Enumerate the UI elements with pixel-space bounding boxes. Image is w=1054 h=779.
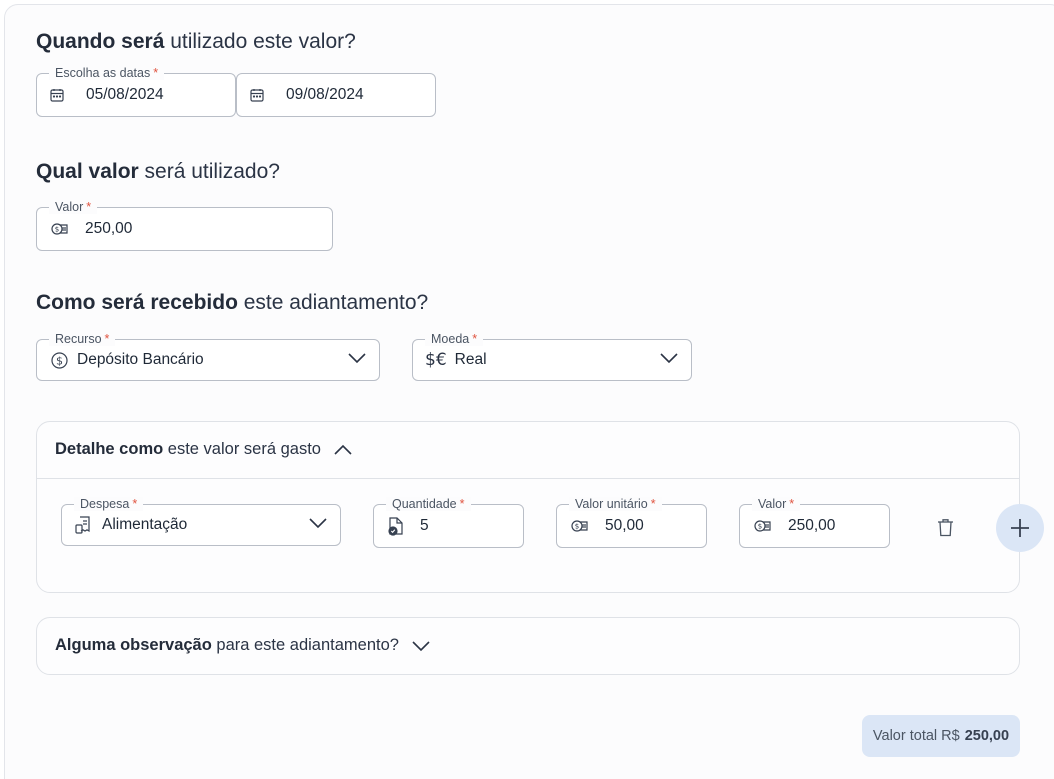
start-date-field[interactable]: Escolha as datas * 05/08/2024 [36, 66, 236, 117]
unit-value-value: 50,00 [605, 517, 644, 534]
total-label: Valor total R$ [872, 728, 960, 744]
svg-text:$: $ [575, 523, 579, 531]
start-date-value: 05/08/2024 [86, 86, 164, 103]
money-icon: $ [51, 222, 69, 236]
trash-icon[interactable] [937, 518, 954, 537]
section-title-value-bold: Qual valor [36, 160, 139, 183]
dates-field-label: Escolha as datas * [49, 66, 165, 80]
resource-select[interactable]: Recurso * $ Depósito Bancário [36, 332, 380, 381]
add-expense-button[interactable] [996, 504, 1044, 552]
section-title-receive-rest: este adiantamento? [237, 291, 429, 314]
unit-value-field-label: Valor unitário * [569, 497, 662, 511]
dollar-circle-icon: $ [51, 351, 68, 369]
section-title-receive: Como será recebido este adiantamento? [36, 291, 428, 315]
section-title-dates-rest: utilizado este valor? [164, 30, 356, 53]
details-title-bold: Detalhe como [55, 440, 164, 458]
value-field[interactable]: Valor * $ 250,00 [36, 200, 333, 251]
end-date-value: 09/08/2024 [286, 86, 364, 103]
calendar-icon[interactable] [250, 88, 264, 102]
section-title-value: Qual valor será utilizado? [36, 160, 280, 184]
total-badge: Valor total R$ 250,00 [862, 715, 1020, 757]
resource-field-label: Recurso * [49, 332, 116, 346]
money-icon: $ [571, 519, 589, 533]
chevron-down-icon[interactable] [411, 640, 430, 652]
chevron-down-icon[interactable] [309, 517, 327, 529]
section-title-dates-bold: Quando será [36, 30, 165, 53]
resource-value: Depósito Bancário [77, 351, 204, 368]
value-field-value: 250,00 [85, 220, 133, 237]
notes-title-rest: para este adiantamento? [211, 636, 399, 654]
expense-select[interactable]: Despesa * Alimentação [61, 497, 341, 546]
chevron-down-icon[interactable] [660, 352, 678, 364]
total-value: 250,00 [964, 728, 1010, 744]
calendar-icon[interactable] [50, 88, 64, 102]
quantity-field-label: Quantidade * [386, 497, 471, 511]
currency-select[interactable]: Moeda * $€ Real [412, 332, 692, 381]
svg-text:$: $ [55, 226, 59, 234]
row-value-field-label: Valor * [752, 497, 801, 511]
expense-details-toggle[interactable]: Detalhe como este valor será gasto [55, 440, 352, 459]
row-value-field[interactable]: Valor * $ 250,00 [739, 497, 890, 548]
svg-text:$: $ [758, 523, 762, 531]
money-icon: $ [754, 519, 772, 533]
section-title-receive-bold: Como será recebido [36, 291, 238, 314]
section-title-value-rest: será utilizado? [138, 160, 280, 183]
row-value-value: 250,00 [788, 517, 836, 534]
notes-toggle[interactable]: Alguma observação para este adiantamento… [55, 636, 430, 655]
unit-value-field[interactable]: Valor unitário * $ 50,00 [556, 497, 707, 548]
section-title-dates: Quando será utilizado este valor? [36, 30, 356, 54]
chevron-up-icon[interactable] [333, 444, 352, 456]
value-field-label: Valor * [49, 200, 98, 214]
file-check-icon [388, 516, 404, 536]
currency-field-label: Moeda * [425, 332, 484, 346]
receipt-icon [75, 516, 93, 534]
details-divider [37, 478, 1019, 479]
details-title-rest: este valor será gasto [163, 440, 321, 458]
currency-value: Real [454, 351, 487, 368]
currency-exchange-icon: $€ [425, 350, 447, 370]
expense-field-label: Despesa * [74, 497, 144, 511]
chevron-down-icon[interactable] [348, 352, 366, 364]
notes-title-bold: Alguma observação [55, 636, 212, 654]
end-date-field[interactable]: 09/08/2024 [236, 73, 436, 117]
quantity-value: 5 [420, 517, 429, 534]
expense-value: Alimentação [102, 516, 188, 533]
svg-text:$: $ [56, 354, 63, 367]
plus-icon [1010, 518, 1030, 538]
quantity-field[interactable]: Quantidade * 5 [373, 497, 524, 548]
